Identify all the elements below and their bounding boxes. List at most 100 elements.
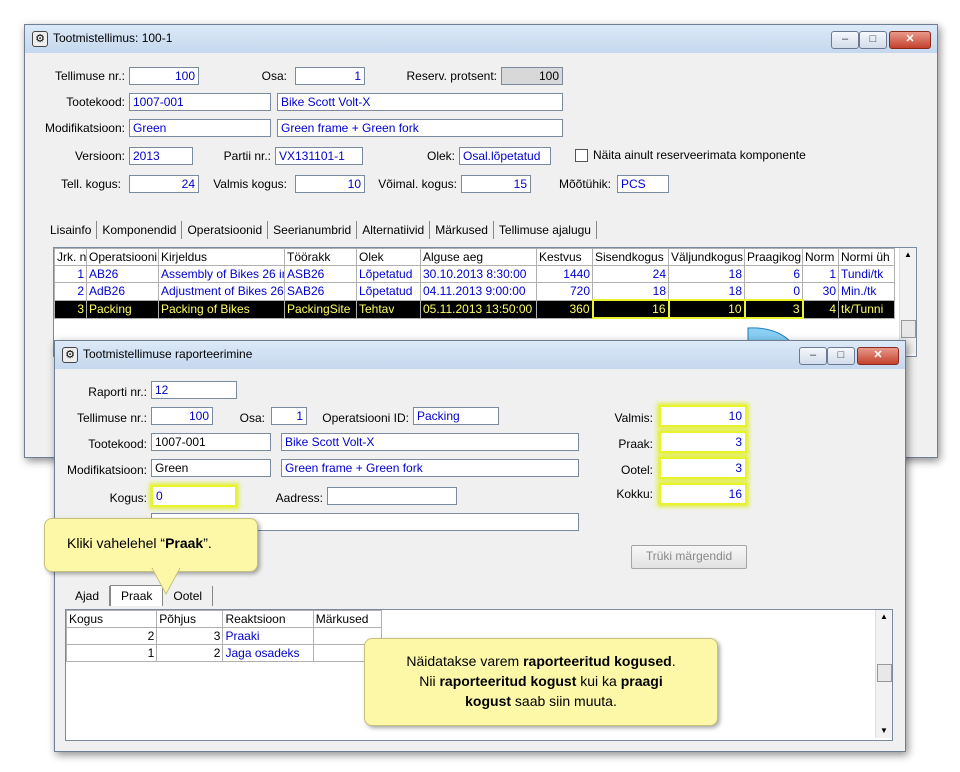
total-field: 16 <box>659 483 747 505</box>
version-field[interactable]: 2013 <box>129 147 193 165</box>
col-operatsiooni[interactable]: Operatsiooni <box>86 248 159 266</box>
tab-alternatiivid[interactable]: Alternatiivid <box>357 221 431 239</box>
cell: 24 <box>592 265 669 283</box>
show-unreserved-label: Näita ainult reserveerimata komponente <box>593 148 806 162</box>
callout-text-bold: raporteeritud kogused <box>523 653 672 669</box>
col-normi-uh[interactable]: Normi üh <box>838 248 895 266</box>
col-sisendkogus[interactable]: Sisendkogus <box>592 248 669 266</box>
report-modification-desc-field[interactable]: Green frame + Green fork <box>281 459 579 477</box>
callout-text-bold: kogust <box>465 693 512 709</box>
op-id-field[interactable]: Packing <box>413 407 499 425</box>
tab-seerianumbrid[interactable]: Seerianumbrid <box>268 221 358 239</box>
close-button[interactable]: ✕ <box>857 347 899 365</box>
col-olek[interactable]: Olek <box>356 248 421 266</box>
batch-label: Partii nr.: <box>223 149 271 163</box>
state-field[interactable]: Osal.lõpetatud <box>459 147 551 165</box>
app-icon: ⚙ <box>32 31 48 47</box>
col-praagikog[interactable]: Praagikog <box>744 248 803 266</box>
unit-field[interactable]: PCS <box>617 175 669 193</box>
modification-label: Modifikatsioon: <box>44 121 125 135</box>
report-modification-field[interactable]: Green <box>151 459 271 477</box>
col-kestvus[interactable]: Kestvus <box>536 248 593 266</box>
tab-komponendid[interactable]: Komponendid <box>97 221 183 239</box>
scrap-scrollbar[interactable]: ▲ ▼ <box>875 610 892 738</box>
close-button[interactable]: ✕ <box>889 31 931 49</box>
product-code-field[interactable]: 1007-001 <box>129 93 271 111</box>
table-row[interactable]: 2 3 Praaki <box>66 627 383 645</box>
tab-operatsioonid[interactable]: Operatsioonid <box>182 221 269 239</box>
report-no-field[interactable]: 12 <box>151 381 237 399</box>
callout2-line3: kogust saab siin muuta. <box>365 691 717 711</box>
ordered-qty-field[interactable]: 24 <box>129 175 199 193</box>
table-row[interactable]: 2 AdB26 Adjustment of Bikes 26 SAB26 Lõp… <box>54 282 895 301</box>
tab-lisainfo[interactable]: Lisainfo <box>45 221 98 239</box>
cell: 2 <box>54 282 87 301</box>
scroll-thumb[interactable] <box>901 320 916 338</box>
print-labels-button[interactable]: Trüki märgendid <box>631 545 747 569</box>
qty-field[interactable]: 0 <box>151 485 237 507</box>
ready-qty-field[interactable]: 10 <box>295 175 365 193</box>
cell: 05.11.2013 13:50:00 <box>420 299 537 319</box>
part-field[interactable]: 1 <box>295 67 365 85</box>
col-alguse-aeg[interactable]: Alguse aeg <box>420 248 537 266</box>
maximize-button[interactable]: □ <box>859 31 887 49</box>
cell: Lõpetatud <box>356 282 421 301</box>
callout-text-part: ”. <box>203 535 212 551</box>
product-name-field[interactable]: Bike Scott Volt-X <box>277 93 563 111</box>
maximize-button[interactable]: □ <box>827 347 855 365</box>
cell: 2 <box>156 644 224 662</box>
col-kogus[interactable]: Kogus <box>66 610 158 628</box>
report-part-field[interactable]: 1 <box>271 407 307 425</box>
main-titlebar: ⚙ Tootmistellimus: 100-1 – □ ✕ <box>25 25 937 53</box>
modification-desc-field[interactable]: Green frame + Green fork <box>277 119 563 137</box>
cell: 6 <box>744 265 803 283</box>
modification-field[interactable]: Green <box>129 119 271 137</box>
report-window-title: Tootmistellimuse raporteerimine <box>83 347 253 361</box>
cell: 30.10.2013 8:30:00 <box>420 265 537 283</box>
ready-field: 10 <box>659 405 747 427</box>
cell: PackingSite <box>284 299 357 319</box>
operations-table: Jrk. nr Operatsiooni Kirjeldus Töörakk O… <box>54 248 895 319</box>
tab-markused[interactable]: Märkused <box>430 221 494 239</box>
cell: 30 <box>802 282 839 301</box>
report-order-no-field[interactable]: 100 <box>151 407 213 425</box>
col-jrk-nr[interactable]: Jrk. nr <box>54 248 87 266</box>
cell: Packing <box>86 299 159 319</box>
main-tabs: Lisainfo Komponendid Operatsioonid Seerianu… <box>45 221 597 241</box>
tab-ajad[interactable]: Ajad <box>65 586 111 606</box>
show-unreserved-checkbox[interactable] <box>575 149 588 162</box>
order-no-field[interactable]: 100 <box>129 67 199 85</box>
scroll-thumb[interactable] <box>877 664 892 682</box>
report-product-name-field[interactable]: Bike Scott Volt-X <box>281 433 579 451</box>
col-markused[interactable]: Märkused <box>312 610 383 628</box>
scroll-up-icon[interactable]: ▲ <box>900 248 916 262</box>
table-row[interactable]: 1 2 Jaga osadeks <box>66 644 383 662</box>
col-toorakk[interactable]: Töörakk <box>284 248 357 266</box>
col-pohjus[interactable]: Põhjus <box>156 610 224 628</box>
scroll-up-icon[interactable]: ▲ <box>876 610 892 624</box>
operations-scrollbar[interactable]: ▲ <box>899 248 916 354</box>
scroll-down-icon[interactable]: ▼ <box>876 724 892 738</box>
tab-tellimuse-ajalugu[interactable]: Tellimuse ajalugu <box>494 221 597 239</box>
minimize-button[interactable]: – <box>831 31 859 49</box>
table-row[interactable]: 1 AB26 Assembly of Bikes 26 in ASB26 Lõp… <box>54 265 895 283</box>
batch-field[interactable]: VX131101-1 <box>275 147 363 165</box>
scrap-header-row: Kogus Põhjus Reaktsioon Märkused <box>66 610 383 628</box>
cell: ASB26 <box>284 265 357 283</box>
possible-qty-field[interactable]: 15 <box>461 175 531 193</box>
order-no-label: Tellimuse nr.: <box>54 69 125 83</box>
callout2-line1: Näidatakse varem raporteeritud kogused. <box>365 651 717 671</box>
col-kirjeldus[interactable]: Kirjeldus <box>158 248 285 266</box>
operations-header-row: Jrk. nr Operatsiooni Kirjeldus Töörakk O… <box>54 248 895 266</box>
col-reaktsioon[interactable]: Reaktsioon <box>222 610 314 628</box>
col-valjundkogus[interactable]: Väljundkogus <box>668 248 745 266</box>
report-product-code-field[interactable]: 1007-001 <box>151 433 271 451</box>
address-field[interactable] <box>327 487 457 505</box>
cell: Min./tk <box>838 282 895 301</box>
col-norm[interactable]: Norm <box>802 248 839 266</box>
cell: Tehtav <box>356 299 421 319</box>
address-label: Aadress: <box>275 491 323 505</box>
callout-click-praak: Kliki vahelehel “Praak”. <box>44 518 258 572</box>
waiting-label: Ootel: <box>620 463 653 477</box>
minimize-button[interactable]: – <box>799 347 827 365</box>
